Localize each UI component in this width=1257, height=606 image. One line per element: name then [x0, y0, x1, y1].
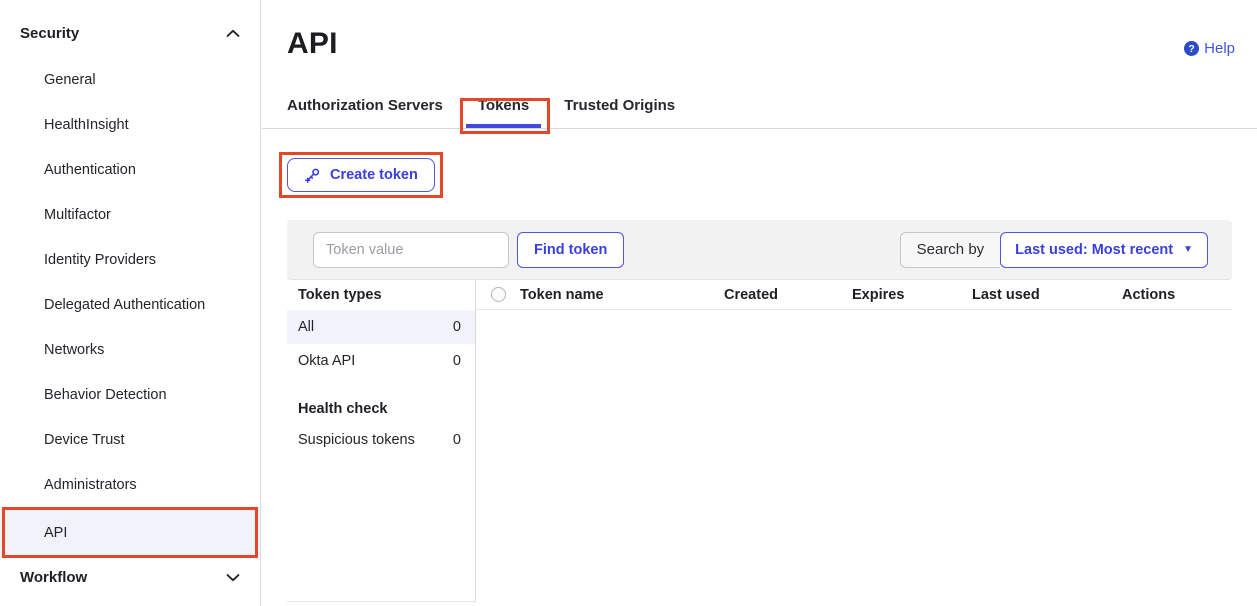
- sidebar-security-items: General HealthInsight Authentication Mul…: [0, 57, 260, 558]
- token-types-title: Token types: [287, 280, 475, 310]
- annotation-box-api-item: [2, 507, 258, 558]
- sidebar-item-label: Identity Providers: [44, 252, 156, 268]
- sort-dropdown-value: Last used: Most recent: [1015, 242, 1173, 258]
- sidebar-item-label: General: [44, 72, 96, 88]
- okta-admin-screen: Security General HealthInsight Authentic…: [0, 0, 1257, 606]
- tab-tokens[interactable]: Tokens: [478, 92, 529, 128]
- main-content: API ? Help Authorization Servers Tokens …: [262, 0, 1257, 606]
- sidebar-item-label: Multifactor: [44, 207, 111, 223]
- search-by-label: Search by: [900, 232, 1001, 268]
- sidebar-item-healthinsight[interactable]: HealthInsight: [0, 102, 260, 147]
- caret-down-icon: ▼: [1183, 245, 1193, 255]
- column-header-token-name: Token name: [520, 287, 724, 303]
- tab-label: Trusted Origins: [564, 97, 675, 114]
- token-value-input[interactable]: [313, 232, 509, 268]
- sidebar-item-device-trust[interactable]: Device Trust: [0, 417, 260, 462]
- token-type-label: Suspicious tokens: [298, 432, 415, 448]
- tokens-table-region: Token types All 0 Okta API 0 Health chec…: [287, 280, 1232, 602]
- token-type-suspicious-tokens[interactable]: Suspicious tokens 0: [287, 423, 475, 457]
- sidebar-section-workflow-label: Workflow: [20, 569, 87, 586]
- token-type-okta-api[interactable]: Okta API 0: [287, 344, 475, 378]
- sidebar-item-label: HealthInsight: [44, 117, 129, 133]
- help-link[interactable]: ? Help: [1184, 40, 1235, 57]
- sidebar-item-authentication[interactable]: Authentication: [0, 147, 260, 192]
- chevron-up-icon[interactable]: [226, 25, 240, 42]
- health-check-title: Health check: [287, 395, 475, 423]
- tab-authorization-servers[interactable]: Authorization Servers: [287, 92, 443, 128]
- sidebar-item-administrators[interactable]: Administrators: [0, 462, 260, 507]
- sidebar-item-label: Administrators: [44, 477, 137, 493]
- sidebar-item-label: Device Trust: [44, 432, 125, 448]
- token-types-panel: Token types All 0 Okta API 0 Health chec…: [287, 280, 476, 602]
- sort-dropdown[interactable]: Last used: Most recent ▼: [1000, 232, 1208, 268]
- sidebar-item-identity-providers[interactable]: Identity Providers: [0, 237, 260, 282]
- sidebar-item-label: API: [44, 525, 67, 541]
- column-header-created: Created: [724, 287, 852, 303]
- token-type-label: Okta API: [298, 353, 355, 369]
- sidebar-section-security-label: Security: [20, 25, 79, 42]
- create-token-button[interactable]: Create token: [287, 158, 435, 192]
- sidebar-item-label: Delegated Authentication: [44, 297, 205, 313]
- token-filter-bar: Find token Search by Last used: Most rec…: [287, 220, 1232, 280]
- search-by-group: Search by Last used: Most recent ▼: [900, 232, 1208, 268]
- create-token-label: Create token: [330, 167, 418, 183]
- sidebar-item-delegated-authentication[interactable]: Delegated Authentication: [0, 282, 260, 327]
- select-all-radio[interactable]: [491, 287, 506, 302]
- token-type-count: 0: [453, 319, 461, 335]
- create-token-row: Create token: [287, 158, 1257, 192]
- tokens-table-header: Token name Created Expires Last used Act…: [476, 280, 1232, 310]
- help-link-label: Help: [1204, 40, 1235, 57]
- sidebar-item-label: Authentication: [44, 162, 136, 178]
- tokens-table: Token name Created Expires Last used Act…: [476, 280, 1232, 602]
- sidebar-section-workflow[interactable]: Workflow: [0, 558, 260, 596]
- key-plus-icon: [304, 167, 321, 184]
- sidebar-section-security[interactable]: Security: [0, 14, 260, 52]
- chevron-down-icon[interactable]: [226, 569, 240, 586]
- sidebar-item-general[interactable]: General: [0, 57, 260, 102]
- token-type-count: 0: [453, 432, 461, 448]
- tab-bar: Authorization Servers Tokens Trusted Ori…: [262, 92, 1257, 129]
- tab-label: Tokens: [478, 97, 529, 114]
- sidebar-nav: Security General HealthInsight Authentic…: [0, 0, 261, 606]
- find-token-button[interactable]: Find token: [517, 232, 624, 268]
- sidebar-item-multifactor[interactable]: Multifactor: [0, 192, 260, 237]
- token-type-label: All: [298, 319, 314, 335]
- tokens-table-body: [476, 310, 1232, 602]
- sidebar-item-label: Networks: [44, 342, 104, 358]
- sidebar-item-label: Behavior Detection: [44, 387, 167, 403]
- question-circle-icon: ?: [1184, 41, 1199, 56]
- column-header-actions: Actions: [1122, 287, 1232, 303]
- tab-label: Authorization Servers: [287, 97, 443, 114]
- sidebar-item-behavior-detection[interactable]: Behavior Detection: [0, 372, 260, 417]
- tab-trusted-origins[interactable]: Trusted Origins: [564, 92, 675, 128]
- sidebar-item-networks[interactable]: Networks: [0, 327, 260, 372]
- column-header-expires: Expires: [852, 287, 972, 303]
- column-header-last-used: Last used: [972, 287, 1122, 303]
- sidebar-item-api[interactable]: API: [0, 507, 260, 558]
- page-title: API: [287, 27, 1257, 61]
- token-type-all[interactable]: All 0: [287, 310, 475, 344]
- token-type-count: 0: [453, 353, 461, 369]
